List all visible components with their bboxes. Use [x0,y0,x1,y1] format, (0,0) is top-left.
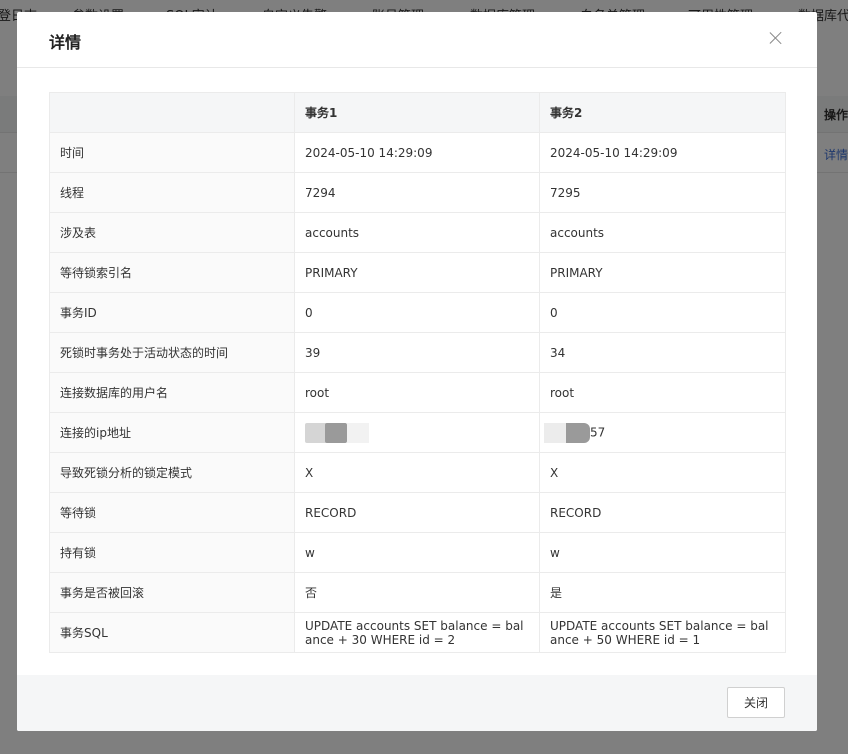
table-row: 事务SQL UPDATE accounts SET balance = bala… [49,612,786,653]
modal-body: 事务1 事务2 时间 2024-05-10 14:29:09 2024-05-1… [49,92,786,653]
transaction-1-value: 2024-05-10 14:29:09 [294,132,540,173]
row-label: 时间 [49,132,295,173]
table-row: 等待锁 RECORD RECORD [49,492,786,533]
transaction-1-value: root [294,372,540,413]
transaction-2-value: 7295 [539,172,786,213]
transaction-2-value: 34 [539,332,786,373]
transaction-1-value: PRIMARY [294,252,540,293]
table-row: 事务是否被回滚 否 是 [49,572,786,613]
transaction-2-value: 是 [539,572,786,613]
transaction-1-sql: UPDATE accounts SET balance = balance + … [294,612,540,653]
row-label: 连接数据库的用户名 [49,372,295,413]
table-row: 涉及表 accounts accounts [49,212,786,253]
table-header-row: 事务1 事务2 [49,92,786,133]
transaction-1-value: 否 [294,572,540,613]
row-label: 等待锁索引名 [49,252,295,293]
table-row: 线程 7294 7295 [49,172,786,213]
ip-visible-suffix: 57 [590,425,606,439]
table-row: 时间 2024-05-10 14:29:09 2024-05-10 14:29:… [49,132,786,173]
transaction-1-value: accounts [294,212,540,253]
close-button[interactable]: 关闭 [727,687,785,718]
close-icon[interactable] [769,31,783,45]
transaction-1-value: X [294,452,540,493]
transaction-2-value: accounts [539,212,786,253]
transaction-2-ip-value: 57 [539,412,786,453]
transaction-2-value: 2024-05-10 14:29:09 [539,132,786,173]
transaction-2-value: root [539,372,786,413]
table-row: 事务ID 0 0 [49,292,786,333]
modal-header: 详情 [17,12,817,68]
transaction-1-value: 39 [294,332,540,373]
redacted-ip-mask [544,422,590,443]
row-label: 涉及表 [49,212,295,253]
row-label: 等待锁 [49,492,295,533]
header-empty [49,92,295,133]
header-transaction-2: 事务2 [539,92,786,133]
table-row: 连接数据库的用户名 root root [49,372,786,413]
row-label: 死锁时事务处于活动状态的时间 [49,332,295,373]
row-label: 连接的ip地址 [49,412,295,453]
transaction-2-value: RECORD [539,492,786,533]
detail-modal: 详情 事务1 事务2 时间 2024-05-10 14:29:09 2024-0… [17,12,817,731]
transaction-2-sql: UPDATE accounts SET balance = balance + … [539,612,786,653]
transaction-2-value: 0 [539,292,786,333]
row-label: 事务是否被回滚 [49,572,295,613]
transaction-1-value: RECORD [294,492,540,533]
transaction-2-value: PRIMARY [539,252,786,293]
transaction-2-value: w [539,532,786,573]
table-row: 持有锁 w w [49,532,786,573]
row-label: 线程 [49,172,295,213]
transaction-1-ip-value [294,412,540,453]
table-row: 导致死锁分析的锁定模式 X X [49,452,786,493]
transaction-1-value: 7294 [294,172,540,213]
transaction-1-value: 0 [294,292,540,333]
table-row: 连接的ip地址 57 [49,412,786,453]
modal-title: 详情 [49,33,82,52]
row-label: 持有锁 [49,532,295,573]
redacted-ip-mask [305,422,369,443]
row-label: 事务SQL [49,612,295,653]
modal-footer: 关闭 [17,675,817,731]
transaction-2-value: X [539,452,786,493]
table-row: 死锁时事务处于活动状态的时间 39 34 [49,332,786,373]
detail-table: 事务1 事务2 时间 2024-05-10 14:29:09 2024-05-1… [49,92,786,653]
table-row: 等待锁索引名 PRIMARY PRIMARY [49,252,786,293]
row-label: 事务ID [49,292,295,333]
transaction-1-value: w [294,532,540,573]
row-label: 导致死锁分析的锁定模式 [49,452,295,493]
header-transaction-1: 事务1 [294,92,540,133]
